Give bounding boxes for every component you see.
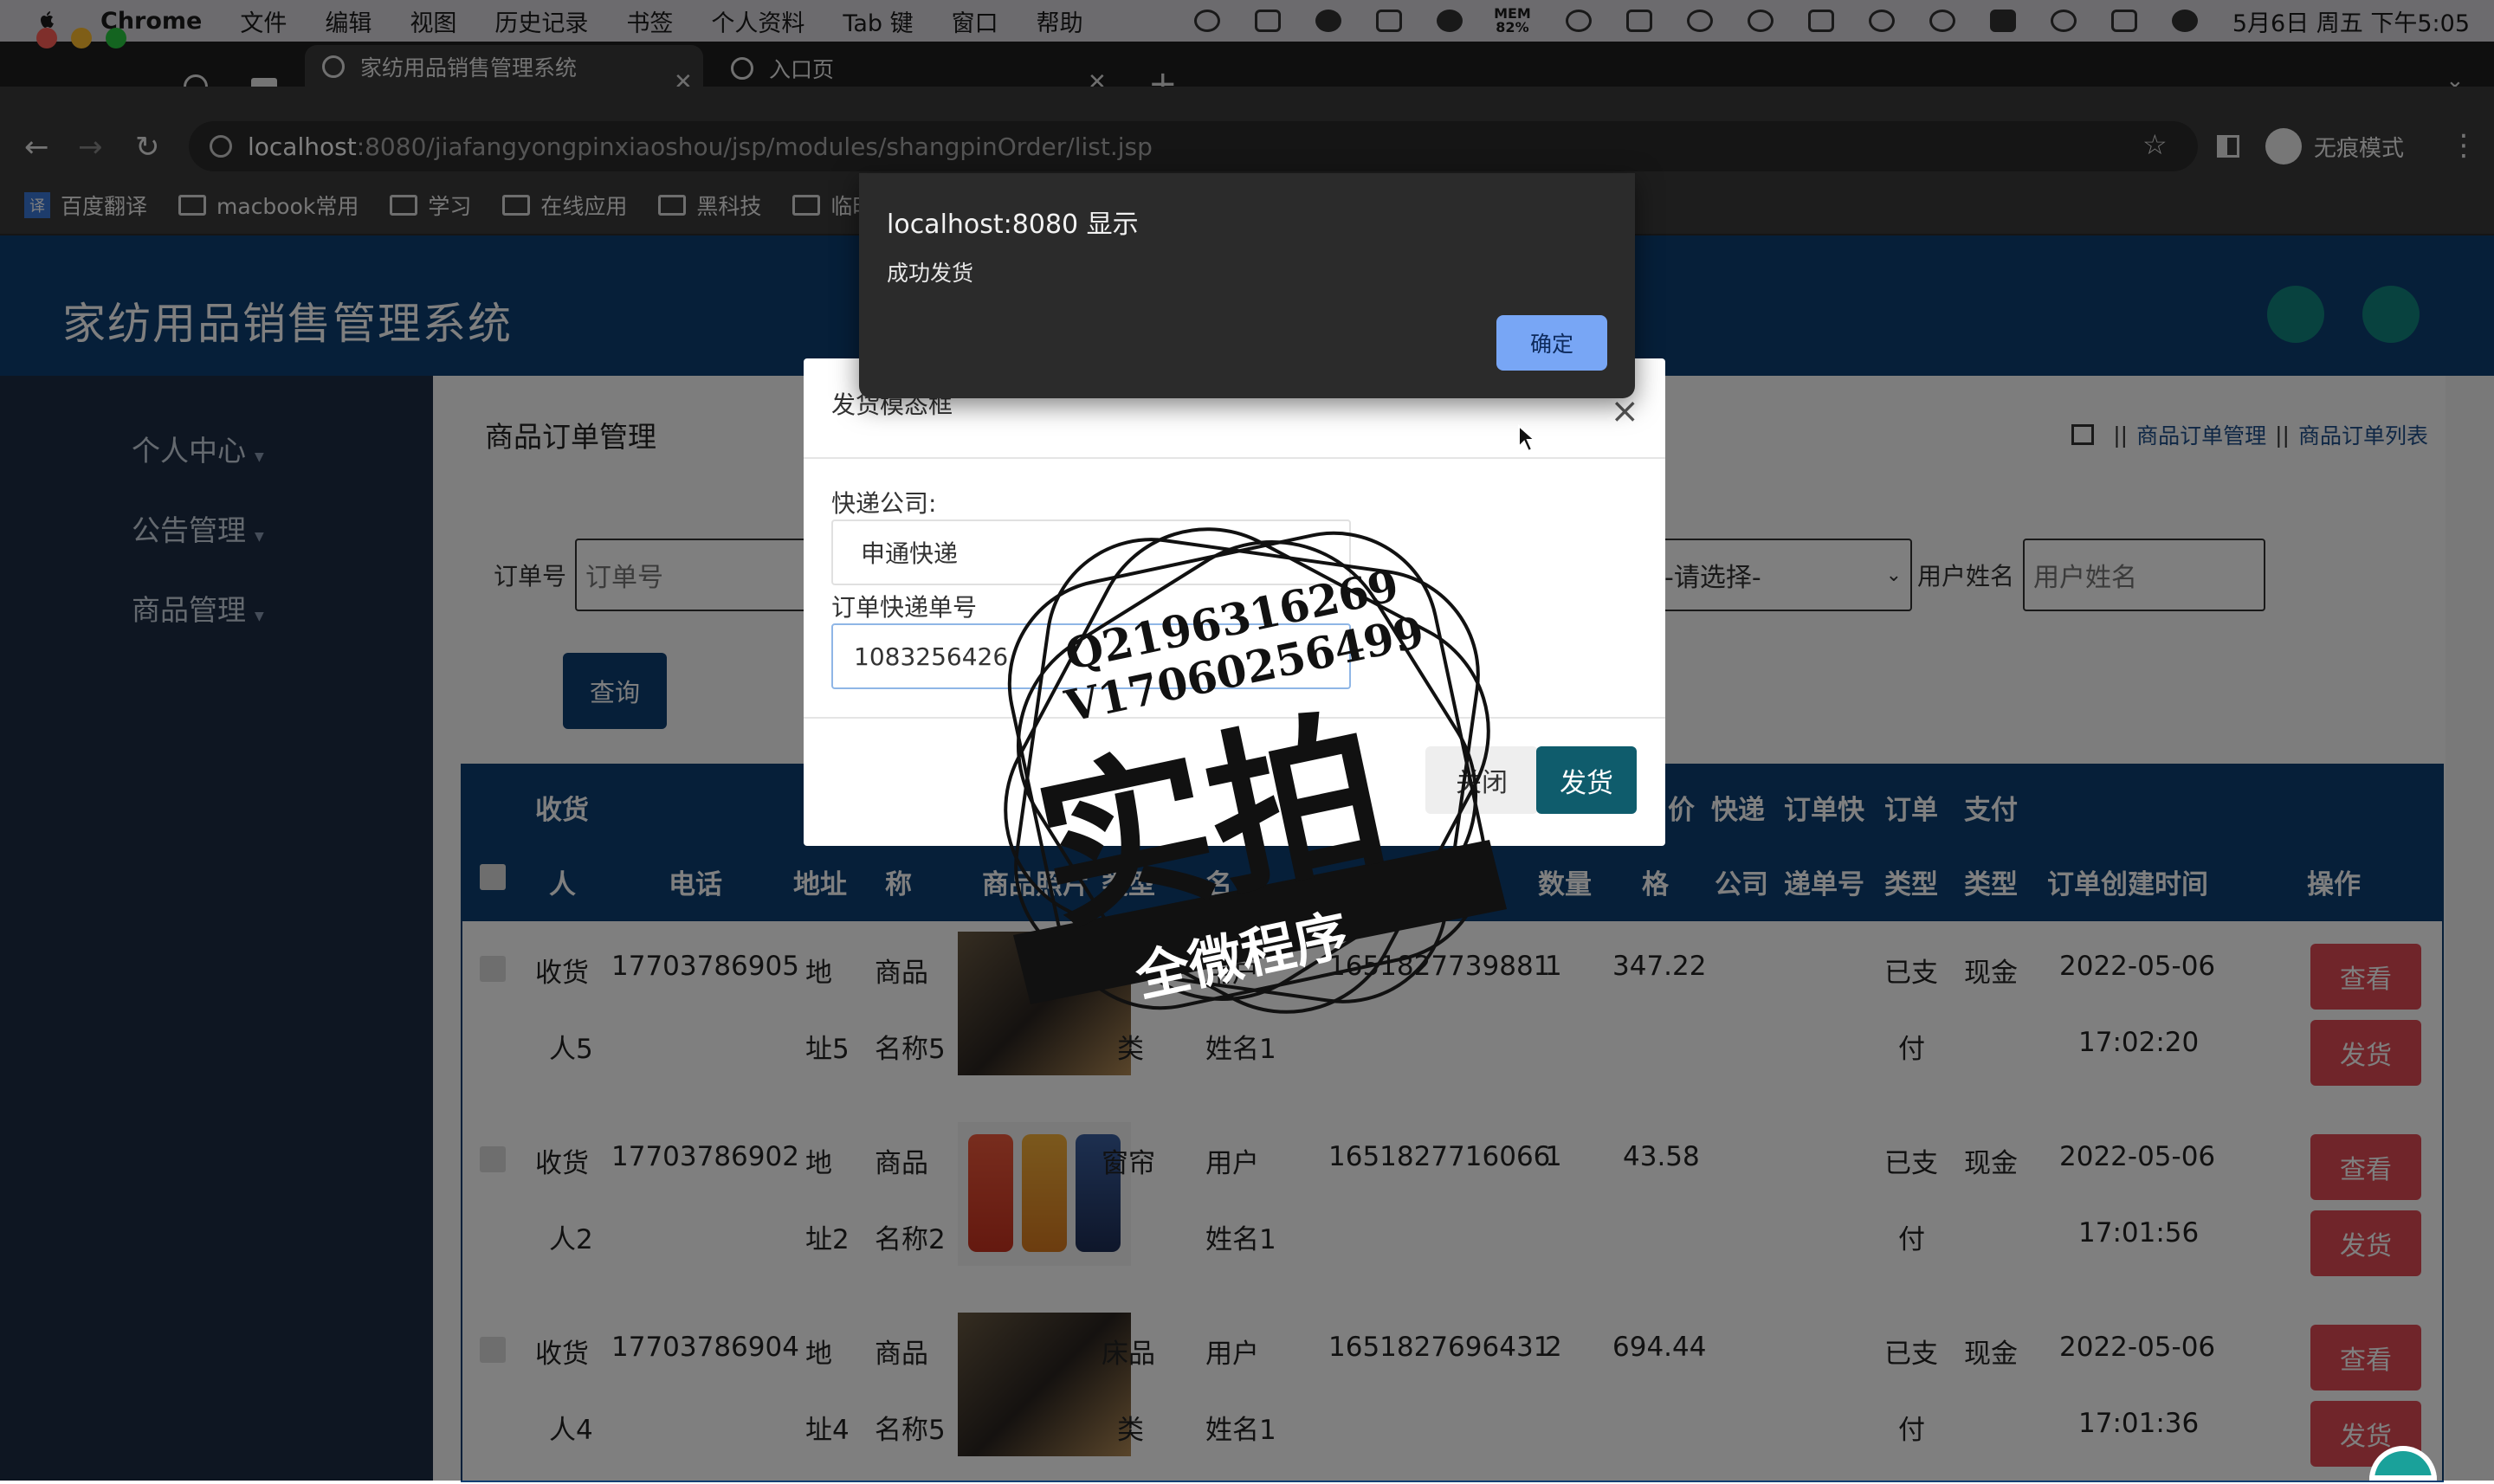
watermark-stamp: Q2196316269 V17060256499 实拍 全微程序 — [1004, 527, 1507, 1014]
mouse-cursor-icon — [1518, 424, 1537, 453]
alert-message: 成功发货 — [887, 261, 974, 286]
alert-ok-button[interactable]: 确定 — [1496, 315, 1607, 371]
alert-title: localhost:8080 显示 — [887, 210, 1139, 240]
courier-label: 快递公司: — [831, 489, 937, 518]
browser-alert-dialog: localhost:8080 显示 成功发货 确定 — [859, 173, 1635, 398]
